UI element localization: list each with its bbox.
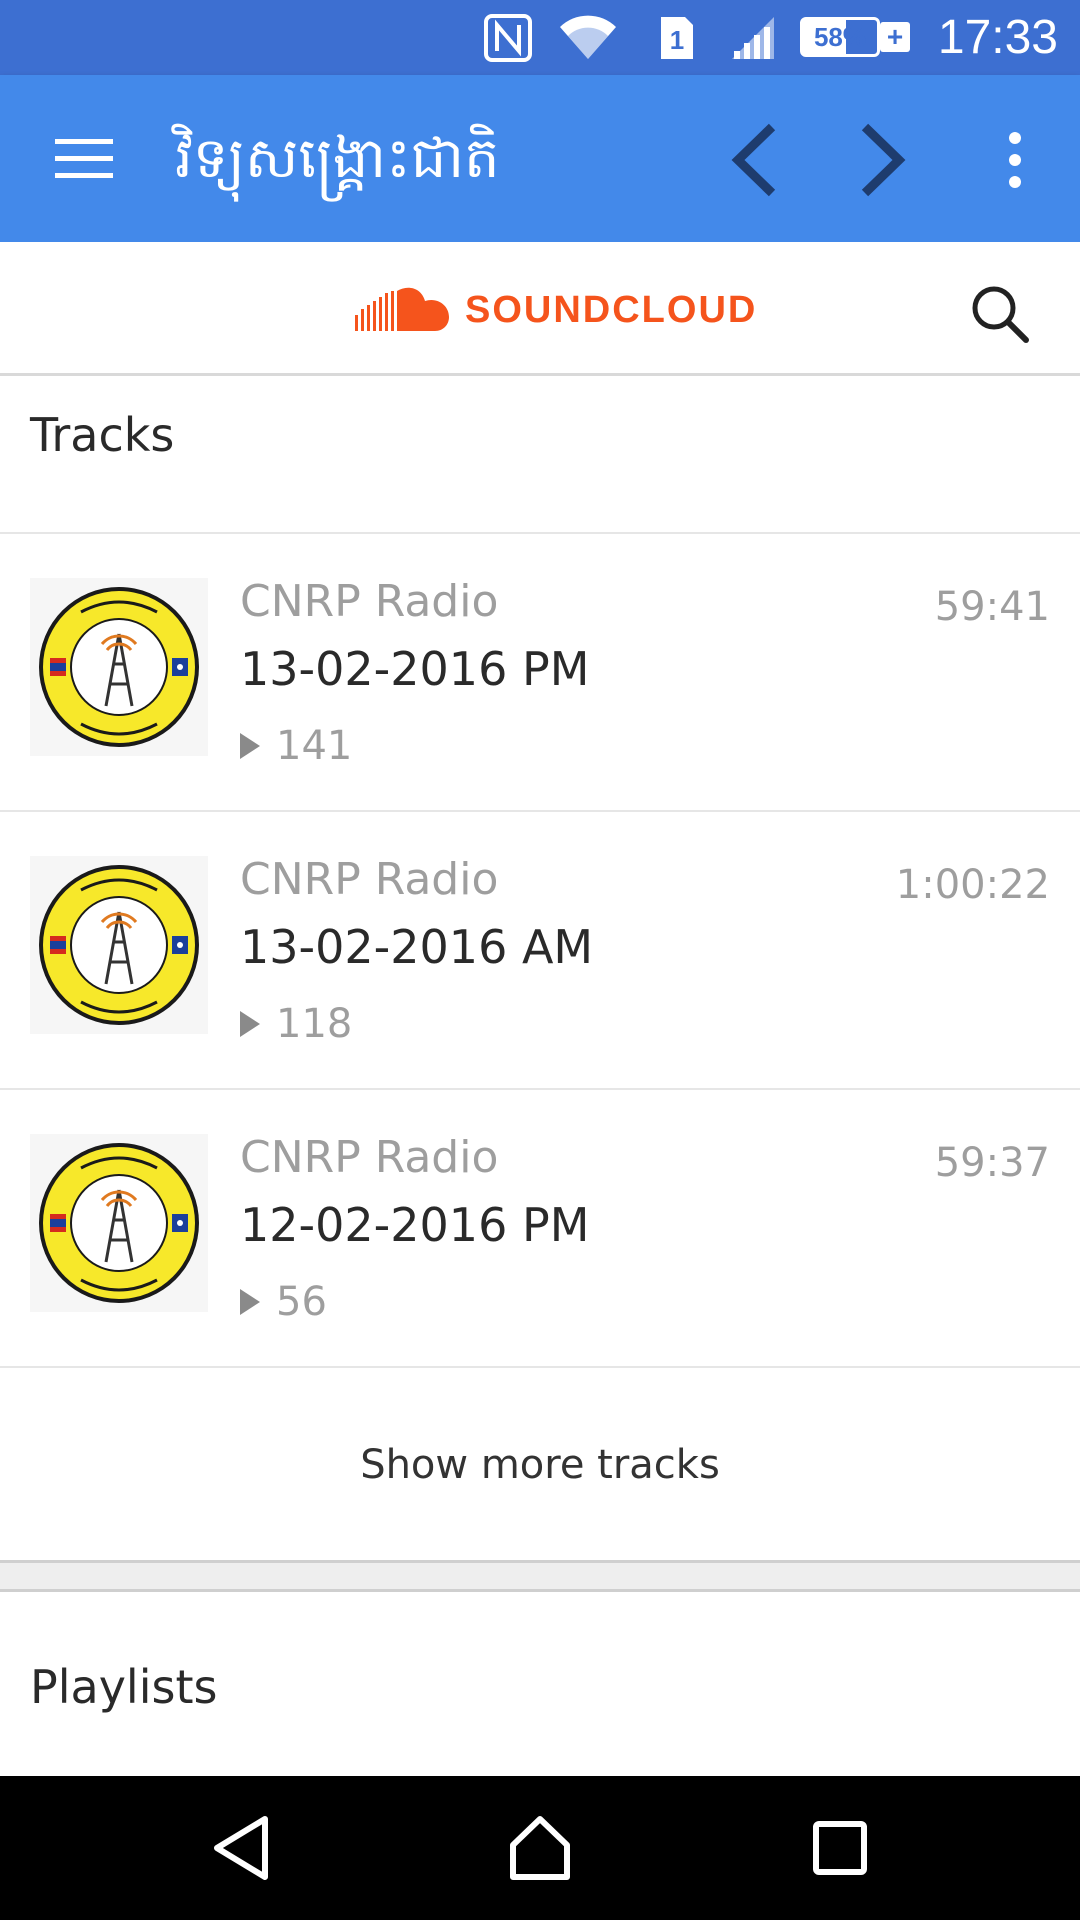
status-bar: 1 58% + 17:33 [0, 0, 1080, 75]
track-user: CNRP Radio [240, 1132, 499, 1183]
search-icon[interactable] [960, 274, 1040, 354]
overflow-menu-icon[interactable] [985, 115, 1045, 205]
track-duration: 59:41 [934, 584, 1050, 630]
track-plays: 141 [240, 723, 353, 769]
track-title: 13-02-2016 AM [240, 920, 594, 974]
navigation-bar [0, 1776, 1080, 1920]
track-row[interactable]: CNRP Radio 59:37 12-02-2016 PM 56 [0, 1090, 1080, 1368]
show-more-tracks-button[interactable]: Show more tracks [0, 1370, 1080, 1560]
track-plays: 118 [240, 1001, 353, 1047]
soundcloud-logo: SOUNDCLOUD [355, 282, 757, 338]
soundcloud-header: SOUNDCLOUD [0, 242, 1080, 376]
nav-home-icon[interactable] [490, 1798, 590, 1898]
soundcloud-logo-text: SOUNDCLOUD [465, 288, 758, 331]
track-title: 13-02-2016 PM [240, 642, 590, 696]
track-title: 12-02-2016 PM [240, 1198, 590, 1252]
play-icon [240, 1011, 260, 1037]
section-separator [0, 1560, 1080, 1592]
nav-back-icon[interactable] [192, 1798, 292, 1898]
track-user: CNRP Radio [240, 576, 499, 627]
track-artwork [30, 578, 208, 756]
soundcloud-cloud-icon [355, 287, 449, 331]
plays-count: 56 [276, 1279, 327, 1325]
track-plays: 56 [240, 1279, 327, 1325]
plays-count: 118 [276, 1001, 353, 1047]
sim-icon: 1 [655, 10, 699, 66]
track-duration: 59:37 [934, 1140, 1050, 1186]
battery-percent: 58% [813, 22, 867, 52]
track-artwork [30, 1134, 208, 1312]
wifi-icon [556, 10, 620, 66]
playlists-section-title: Playlists [30, 1660, 218, 1714]
tracks-section-title: Tracks [30, 408, 175, 462]
track-user: CNRP Radio [240, 854, 499, 905]
battery-icon: 58% [800, 17, 880, 57]
divider [0, 1366, 1080, 1368]
nfc-icon [480, 10, 536, 66]
track-row[interactable]: CNRP Radio 1:00:22 13-02-2016 AM 118 [0, 812, 1080, 1090]
track-row[interactable]: CNRP Radio 59:41 13-02-2016 PM 141 [0, 534, 1080, 812]
menu-icon[interactable] [40, 119, 130, 199]
svg-text:1: 1 [670, 25, 684, 55]
play-icon [240, 1289, 260, 1315]
app-bar: វិទ្យុសង្គ្រោះជាតិ [0, 75, 1080, 242]
track-artwork [30, 856, 208, 1034]
track-duration: 1:00:22 [895, 862, 1050, 908]
signal-icon [725, 10, 781, 66]
back-icon[interactable] [715, 115, 795, 205]
page-title: វិទ្យុសង្គ្រោះជាតិ [175, 126, 500, 191]
clock: 17:33 [937, 11, 1058, 64]
plays-count: 141 [276, 723, 353, 769]
play-icon [240, 733, 260, 759]
nav-recents-icon[interactable] [790, 1798, 890, 1898]
charging-icon: + [880, 22, 910, 52]
forward-icon[interactable] [842, 115, 922, 205]
